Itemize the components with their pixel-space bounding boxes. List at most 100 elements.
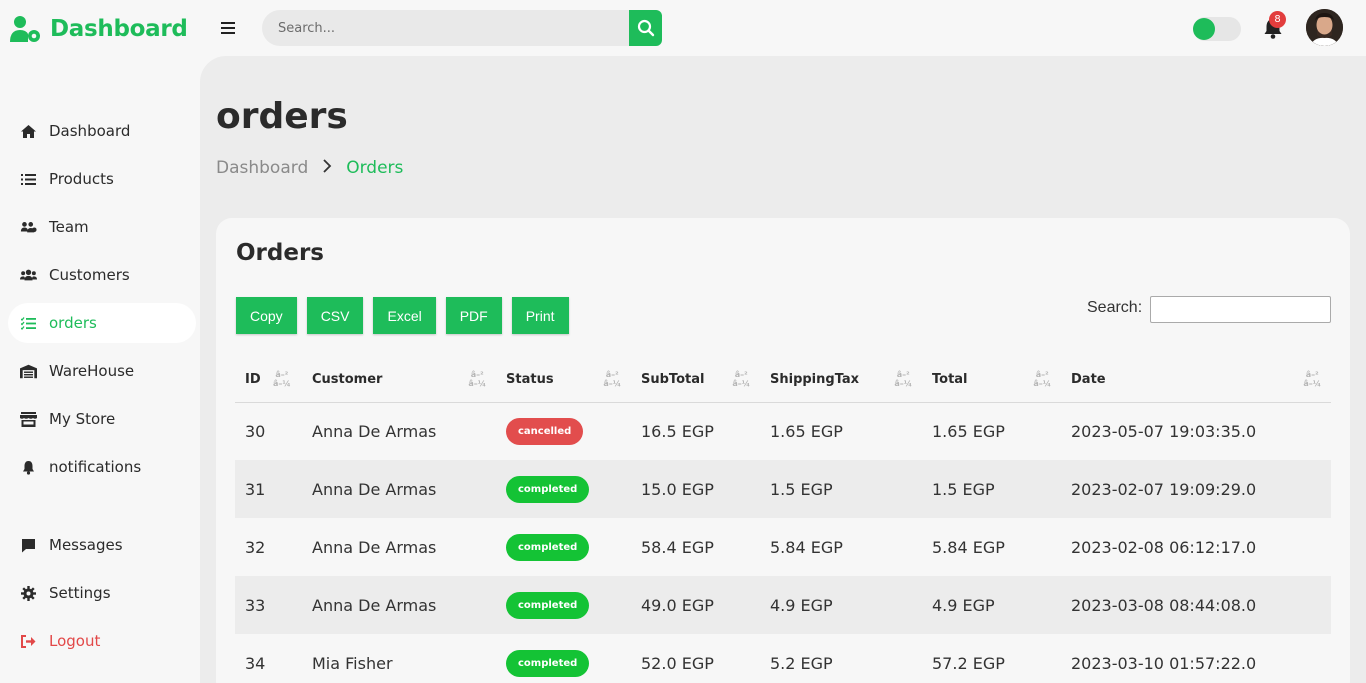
- team-icon: [20, 219, 37, 236]
- column-header-status[interactable]: Status â–² â–¼: [496, 358, 631, 403]
- cell-total: 57.2 EGP: [922, 634, 1061, 683]
- cell-shipping: 1.5 EGP: [760, 460, 922, 518]
- cell-date: 2023-05-07 19:03:35.0: [1061, 402, 1331, 460]
- top-bar: Dashboard 8: [0, 0, 1366, 56]
- search-button[interactable]: [629, 10, 662, 46]
- column-header-date[interactable]: Date â–² â–¼: [1061, 358, 1331, 403]
- status-badge: completed: [506, 649, 590, 677]
- cell-customer: Anna De Armas: [302, 460, 496, 518]
- sidebar-item-my-store[interactable]: My Store: [8, 399, 196, 439]
- cell-id: 30: [235, 402, 302, 460]
- sort-icon: â–² â–¼: [468, 370, 486, 388]
- user-gear-icon: [10, 14, 42, 44]
- sidebar-item-products[interactable]: Products: [8, 159, 196, 199]
- sort-icon: â–² â–¼: [1303, 370, 1321, 388]
- cell-subtotal: 58.4 EGP: [631, 518, 760, 576]
- brand[interactable]: Dashboard: [10, 12, 188, 46]
- sort-icon: â–² â–¼: [273, 370, 291, 388]
- column-header-customer[interactable]: Customer â–² â–¼: [302, 358, 496, 403]
- sidebar-item-customers[interactable]: Customers: [8, 255, 196, 295]
- cell-customer: Anna De Armas: [302, 518, 496, 576]
- sidebar-item-label: Messages: [49, 536, 123, 554]
- table-row[interactable]: 33 Anna De Armas completed 49.0 EGP 4.9 EGP 4…: [235, 576, 1331, 634]
- sort-icon: â–² â–¼: [732, 370, 750, 388]
- status-badge: completed: [506, 591, 590, 619]
- table-row[interactable]: 34 Mia Fisher completed 52.0 EGP 5.2 EGP 57.2…: [235, 634, 1331, 683]
- cell-id: 31: [235, 460, 302, 518]
- cell-status: completed: [496, 634, 631, 683]
- cell-total: 4.9 EGP: [922, 576, 1061, 634]
- sidebar-item-orders[interactable]: orders: [8, 303, 196, 343]
- table-search-input[interactable]: [1150, 296, 1331, 323]
- logout-icon: [20, 633, 37, 650]
- sidebar-item-dashboard[interactable]: Dashboard: [8, 111, 196, 151]
- sidebar-item-label: Logout: [49, 632, 101, 650]
- search-input[interactable]: [262, 10, 629, 46]
- copy-button[interactable]: Copy: [236, 297, 297, 334]
- cell-shipping: 4.9 EGP: [760, 576, 922, 634]
- avatar[interactable]: [1306, 9, 1343, 46]
- table-row[interactable]: 32 Anna De Armas completed 58.4 EGP 5.84 EGP…: [235, 518, 1331, 576]
- breadcrumb-home-link[interactable]: Dashboard: [216, 158, 308, 178]
- sidebar-item-notifications[interactable]: notifications: [8, 447, 196, 487]
- sidebar-item-label: WareHouse: [49, 362, 135, 380]
- cell-customer: Mia Fisher: [302, 634, 496, 683]
- menu-toggle-icon[interactable]: [221, 17, 241, 39]
- sidebar-item-warehouse[interactable]: WareHouse: [8, 351, 196, 391]
- status-badge: completed: [506, 533, 590, 561]
- column-header-id[interactable]: ID â–² â–¼: [235, 358, 302, 403]
- column-header-subtotal[interactable]: SubTotal â–² â–¼: [631, 358, 760, 403]
- sort-icon: â–² â–¼: [894, 370, 912, 388]
- cell-subtotal: 52.0 EGP: [631, 634, 760, 683]
- cell-total: 1.5 EGP: [922, 460, 1061, 518]
- status-badge: completed: [506, 475, 590, 503]
- cell-date: 2023-03-10 01:57:22.0: [1061, 634, 1331, 683]
- sidebar-item-label: notifications: [49, 458, 142, 476]
- home-icon: [20, 123, 37, 140]
- pdf-button[interactable]: PDF: [445, 297, 502, 334]
- cell-status: completed: [496, 460, 631, 518]
- table-row[interactable]: 31 Anna De Armas completed 15.0 EGP 1.5 EGP 1…: [235, 460, 1331, 518]
- breadcrumb-current: Orders: [346, 158, 404, 178]
- users-icon: [20, 267, 37, 284]
- list-icon: [20, 171, 37, 188]
- search-bar: [262, 10, 662, 46]
- gear-icon: [20, 585, 37, 602]
- theme-toggle[interactable]: [1193, 17, 1241, 41]
- column-header-total[interactable]: Total â–² â–¼: [922, 358, 1061, 403]
- notification-badge: 8: [1269, 11, 1286, 28]
- cell-subtotal: 15.0 EGP: [631, 460, 760, 518]
- sidebar-item-label: orders: [49, 314, 97, 332]
- chevron-right-icon: [322, 158, 332, 178]
- cell-status: completed: [496, 518, 631, 576]
- orders-card: Orders Copy CSV Excel PDF Print Search: …: [216, 218, 1350, 683]
- card-title: Orders: [236, 240, 324, 266]
- cell-id: 32: [235, 518, 302, 576]
- table-search-label: Search:: [1087, 299, 1143, 316]
- sort-icon: â–² â–¼: [603, 370, 621, 388]
- brand-title: Dashboard: [50, 16, 188, 42]
- column-header-shippingtax[interactable]: ShippingTax â–² â–¼: [760, 358, 922, 403]
- cell-date: 2023-03-08 08:44:08.0: [1061, 576, 1331, 634]
- export-buttons: Copy CSV Excel PDF Print: [236, 297, 569, 334]
- orders-table: ID â–² â–¼ Customer â–² â–¼ Status â–² â–¼ …: [235, 358, 1331, 683]
- table-row[interactable]: 30 Anna De Armas cancelled 16.5 EGP 1.65 EGP…: [235, 402, 1331, 460]
- cell-date: 2023-02-07 19:09:29.0: [1061, 460, 1331, 518]
- print-button[interactable]: Print: [511, 297, 569, 334]
- sidebar-item-team[interactable]: Team: [8, 207, 196, 247]
- cell-subtotal: 16.5 EGP: [631, 402, 760, 460]
- cell-id: 33: [235, 576, 302, 634]
- table-header-row: ID â–² â–¼ Customer â–² â–¼ Status â–² â–¼ …: [235, 358, 1331, 403]
- excel-button[interactable]: Excel: [373, 297, 436, 334]
- sidebar-item-settings[interactable]: Settings: [8, 573, 196, 613]
- csv-button[interactable]: CSV: [306, 297, 364, 334]
- sidebar-item-logout[interactable]: Logout: [8, 621, 196, 661]
- sidebar-item-label: Customers: [49, 266, 130, 284]
- cell-status: cancelled: [496, 402, 631, 460]
- checklist-icon: [20, 315, 37, 332]
- cell-total: 5.84 EGP: [922, 518, 1061, 576]
- sidebar-item-label: Dashboard: [49, 122, 131, 140]
- search-icon: [637, 19, 654, 37]
- sidebar-item-messages[interactable]: Messages: [8, 525, 196, 565]
- cell-total: 1.65 EGP: [922, 402, 1061, 460]
